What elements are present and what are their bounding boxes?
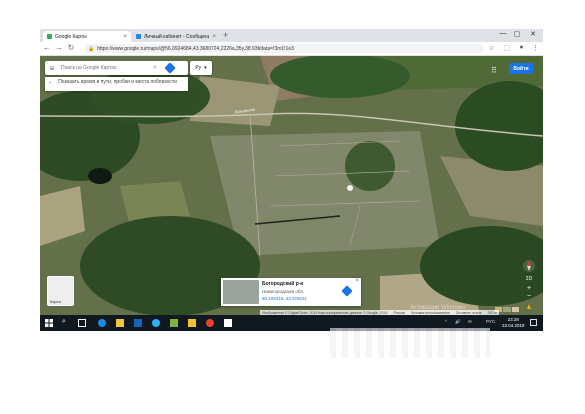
zoom-out-button[interactable]: − bbox=[522, 293, 536, 300]
menu-icon[interactable]: ≡ bbox=[45, 64, 59, 73]
directions-icon[interactable] bbox=[164, 62, 176, 74]
reload-button[interactable]: ↻ bbox=[66, 43, 76, 52]
edge-icon[interactable] bbox=[98, 319, 106, 327]
satellite-map[interactable]: Шаховское ≡ ⌕ Ру ▾ ⌄ Показать время в пу… bbox=[40, 56, 543, 315]
place-name: Богородский р-н bbox=[262, 281, 304, 287]
copyright-text: Изображения © DigitalGlobe, 2019 Картогр… bbox=[262, 310, 388, 315]
chevron-down-icon: ⌄ bbox=[48, 79, 53, 85]
tilt-toggle-button[interactable]: 2D bbox=[522, 276, 536, 282]
place-photo[interactable] bbox=[223, 280, 259, 304]
system-clock[interactable]: 23:28 22.04.2019 bbox=[502, 317, 525, 329]
volume-icon[interactable]: 🔊 bbox=[455, 319, 461, 325]
back-button[interactable]: ← bbox=[42, 43, 52, 52]
file-explorer-icon[interactable] bbox=[116, 319, 124, 327]
chrome-icon[interactable] bbox=[206, 319, 214, 327]
app-icon[interactable] bbox=[170, 319, 178, 327]
maps-search-box[interactable]: ≡ ⌕ bbox=[45, 61, 188, 75]
skype-icon[interactable] bbox=[152, 319, 160, 327]
directions-icon[interactable] bbox=[341, 285, 353, 297]
browser-toolbar: ← → ↻ 🔒 https://www.google.ru/maps/@56.0… bbox=[40, 42, 543, 56]
scale-label[interactable]: 200 м bbox=[487, 311, 496, 315]
tab-google-maps[interactable]: Google Карты × bbox=[43, 31, 131, 42]
notifications-icon[interactable] bbox=[530, 319, 537, 326]
task-view-icon[interactable] bbox=[78, 319, 86, 327]
compass-icon[interactable] bbox=[523, 260, 535, 272]
search-icon[interactable]: ⌕ bbox=[62, 318, 70, 326]
zoom-in-button[interactable]: + bbox=[522, 285, 536, 292]
close-tab-icon[interactable]: × bbox=[123, 34, 127, 40]
close-window-button[interactable]: ✕ bbox=[528, 30, 538, 38]
windows-start-icon[interactable] bbox=[45, 319, 53, 327]
screen: Google Карты × Личный кабинет - Сообщени… bbox=[40, 29, 543, 331]
dropdown-arrow-icon: ▾ bbox=[204, 65, 207, 71]
tab-messages[interactable]: Личный кабинет - Сообщения × bbox=[132, 31, 220, 42]
close-icon[interactable]: × bbox=[355, 278, 359, 284]
satellite-imagery bbox=[40, 56, 543, 315]
place-region: Нижегородская обл. bbox=[262, 289, 305, 294]
new-tab-button[interactable]: + bbox=[223, 30, 228, 40]
login-button[interactable]: Войти bbox=[509, 63, 533, 74]
extensions-icon[interactable]: ⬚ bbox=[502, 44, 511, 52]
google-maps-favicon-icon bbox=[47, 34, 52, 39]
country-link[interactable]: Россия bbox=[393, 311, 404, 315]
background-reflection bbox=[330, 328, 490, 358]
apps-grid-icon[interactable]: ⠿ bbox=[491, 66, 497, 75]
tray-expand-icon[interactable]: ^ bbox=[445, 319, 447, 324]
language-selector[interactable]: Ру ▾ bbox=[190, 61, 212, 75]
maximize-button[interactable]: ▢ bbox=[512, 30, 522, 38]
site-favicon-icon bbox=[136, 34, 141, 39]
place-card[interactable]: Богородский р-н Нижегородская обл. 56.10… bbox=[221, 278, 361, 306]
clock-date: 22.04.2019 bbox=[502, 323, 525, 328]
url-text: https://www.google.ru/maps/@56.0924684,4… bbox=[97, 45, 294, 52]
lock-icon: 🔒 bbox=[88, 45, 95, 52]
language-label: Ру bbox=[195, 65, 202, 71]
tab-bar: Google Карты × Личный кабинет - Сообщени… bbox=[40, 29, 543, 42]
search-icon[interactable]: ⌕ bbox=[153, 64, 157, 72]
bookmark-star-icon[interactable]: ☆ bbox=[487, 44, 496, 52]
hint-text: Показать время в пути, пробки и места по… bbox=[58, 79, 177, 85]
minimize-button[interactable]: — bbox=[498, 30, 508, 37]
place-coordinates[interactable]: 56.108418, 43.376031 bbox=[262, 296, 307, 301]
tab-title: Google Карты bbox=[55, 33, 87, 40]
travel-hint-panel[interactable]: ⌄ Показать время в пути, пробки и места … bbox=[45, 77, 188, 91]
pegman-icon[interactable]: ♟ bbox=[522, 304, 536, 311]
forward-button[interactable]: → bbox=[54, 43, 64, 52]
tab-title: Личный кабинет - Сообщения bbox=[144, 33, 210, 40]
address-bar[interactable]: 🔒 https://www.google.ru/maps/@56.0924684… bbox=[84, 44, 484, 53]
language-indicator[interactable]: РУС bbox=[486, 319, 495, 324]
search-input[interactable] bbox=[59, 64, 151, 72]
thumbnail-label: Карта bbox=[50, 299, 61, 304]
terms-link[interactable]: Условия использования bbox=[411, 311, 450, 315]
feedback-link[interactable]: Оставить отзыв bbox=[456, 311, 482, 315]
store-icon[interactable] bbox=[134, 319, 142, 327]
menu-dots-icon[interactable]: ⋮ bbox=[531, 44, 540, 52]
map-layer-thumbnail[interactable]: Карта bbox=[47, 276, 74, 306]
close-tab-icon[interactable]: × bbox=[212, 34, 216, 40]
profile-icon[interactable]: ● bbox=[517, 44, 526, 51]
app-icon[interactable] bbox=[188, 319, 196, 327]
mail-icon[interactable]: ✉ bbox=[468, 319, 472, 325]
photos-icon[interactable] bbox=[224, 319, 232, 327]
